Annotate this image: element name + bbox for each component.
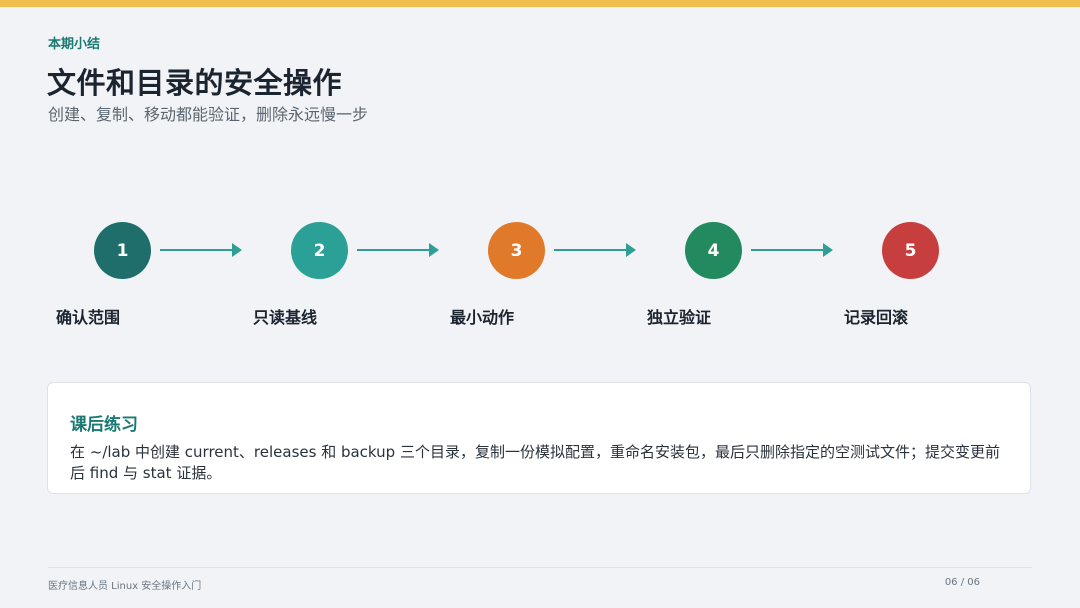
page-title: 文件和目录的安全操作 [47,66,343,100]
step-5-badge: 5 [882,222,939,279]
footer-divider [48,567,1032,568]
page-number: 06 / 06 [944,577,980,588]
step-5: 5 记录回滚 [844,222,1044,327]
step-arrow-3 [554,243,636,257]
footer-course-name: 医疗信息人员 Linux 安全操作入门 [48,581,202,592]
step-arrow-4 [751,243,833,257]
step-2-badge: 2 [291,222,348,279]
step-5-label: 记录回滚 [844,308,909,327]
step-4-label: 独立验证 [647,308,712,327]
step-1-number: 1 [116,240,129,261]
section-kicker: 本期小结 [48,37,101,52]
step-5-number: 5 [904,240,917,261]
step-2-number: 2 [313,240,326,261]
exercise-title: 课后练习 [70,415,138,435]
step-arrow-2 [357,243,439,257]
step-4-badge: 4 [685,222,742,279]
step-3-badge: 3 [488,222,545,279]
step-arrow-1 [160,243,242,257]
step-2-label: 只读基线 [253,308,318,327]
step-3-number: 3 [510,240,523,261]
step-3-label: 最小动作 [450,308,515,327]
step-1-label: 确认范围 [56,308,121,327]
exercise-body: 在 ~/lab 中创建 current、releases 和 backup 三个… [70,443,1000,482]
step-1-badge: 1 [94,222,151,279]
exercise-card: 课后练习 在 ~/lab 中创建 current、releases 和 back… [47,382,1031,494]
top-accent-bar [0,0,1080,7]
step-4-number: 4 [707,240,720,261]
page-subtitle: 创建、复制、移动都能验证，删除永远慢一步 [48,105,369,124]
